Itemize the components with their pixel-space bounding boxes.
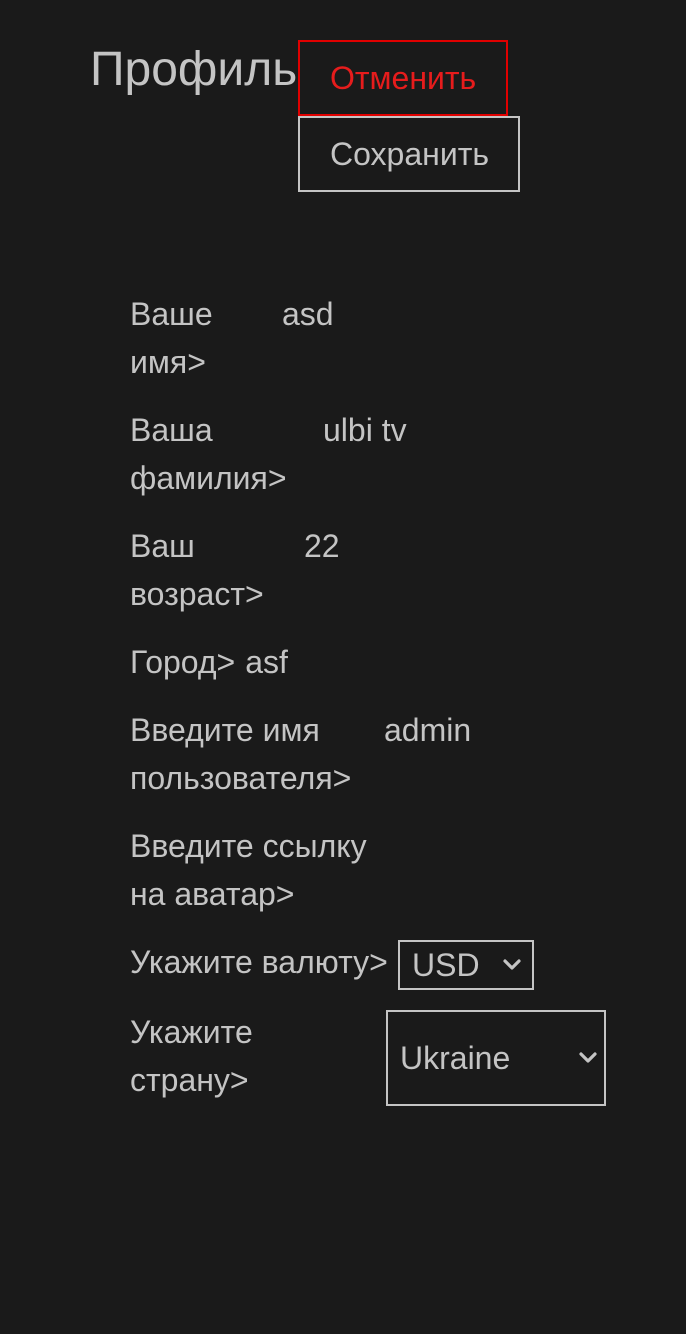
city-input[interactable]: asf xyxy=(245,638,288,686)
age-label: Ваш возраст> xyxy=(130,528,264,612)
cancel-button[interactable]: Отменить xyxy=(298,40,508,116)
country-row: Укажите страну> xyxy=(130,1008,253,1104)
country-select[interactable]: Ukraine xyxy=(386,1010,606,1106)
chevron-down-icon xyxy=(578,1048,598,1068)
first-name-input[interactable]: asd xyxy=(282,290,334,338)
username-row: Введите имя пользователя> admin xyxy=(130,706,471,802)
first-name-label: Ваше имя> xyxy=(130,296,213,380)
avatar-label: Введите ссылку на аватар> xyxy=(130,828,367,912)
page-title: Профиль xyxy=(90,43,298,96)
username-label: Введите имя пользователя> xyxy=(130,712,352,796)
last-name-label: Ваша фамилия> xyxy=(130,412,287,496)
last-name-input[interactable]: ulbi tv xyxy=(323,406,407,454)
age-row: Ваш возраст> 22 xyxy=(130,522,340,618)
avatar-row: Введите ссылку на аватар> xyxy=(130,822,390,918)
country-label: Укажите страну> xyxy=(130,1014,253,1098)
city-row: Город> asf xyxy=(130,638,288,686)
chevron-down-icon xyxy=(502,955,522,975)
save-button[interactable]: Сохранить xyxy=(298,116,520,192)
currency-label: Укажите валюту> xyxy=(130,944,388,980)
last-name-row: Ваша фамилия> ulbi tv xyxy=(130,406,407,502)
username-input[interactable]: admin xyxy=(384,706,471,754)
country-selected: Ukraine xyxy=(400,1039,511,1076)
age-input[interactable]: 22 xyxy=(304,522,340,570)
currency-select[interactable]: USD xyxy=(398,940,534,990)
currency-selected: USD xyxy=(412,946,480,983)
currency-row: Укажите валюту> xyxy=(130,938,388,986)
city-label: Город> xyxy=(130,644,236,680)
first-name-row: Ваше имя> asd xyxy=(130,290,334,386)
